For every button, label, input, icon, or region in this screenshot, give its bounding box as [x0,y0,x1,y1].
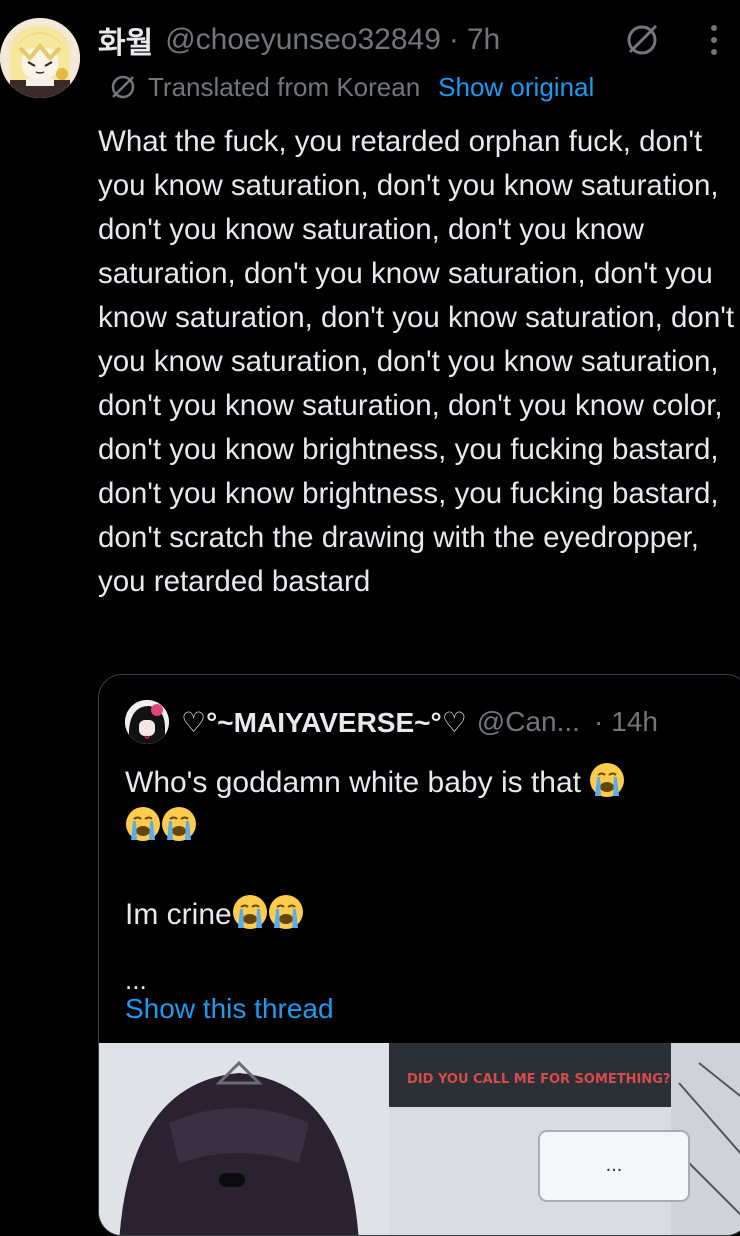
quote-separator-dot: · [593,706,604,737]
quoted-tweet[interactable]: ♡°~MAIYAVERSE~°♡ @Can... · 14h Who's god… [98,674,740,1236]
quote-blank-line [125,849,715,893]
quote-text: Who's goddamn white baby is that Im crin… [125,761,715,937]
comic-caption: DID YOU CALL ME FOR SOMETHING? [407,1072,670,1087]
quote-avatar [125,700,169,744]
tweet-header: 화월 @choeyunseo32849 · 7h [98,18,720,62]
crying-face-icon [232,894,268,930]
quote-line-3-text: Im crine [125,898,232,931]
avatar[interactable] [0,18,80,98]
quote-line-1: Who's goddamn white baby is that [125,761,715,805]
quote-media-image[interactable]: DID YOU CALL ME FOR SOMETHING? ... [99,1043,740,1235]
translated-label: Translated from Korean [148,71,421,102]
quote-line-3: Im crine [125,893,715,937]
crying-face-icon [161,806,197,842]
author-name[interactable]: 화월 [98,18,153,62]
header-actions [622,18,720,62]
quote-time: 14h [611,706,658,737]
quote-header: ♡°~MAIYAVERSE~°♡ @Can... · 14h [125,699,658,745]
author-handle[interactable]: @choeyunseo32849 [165,23,441,57]
avatar-image [0,18,80,98]
translation-row: Translated from Korean Show original [108,66,594,108]
quote-author-name[interactable]: ♡°~MAIYAVERSE~°♡ [181,706,467,739]
separator-dot: · [448,23,459,56]
quote-line-2 [125,805,715,849]
crying-face-icon [268,894,304,930]
crying-face-icon [125,806,161,842]
tweet-time[interactable]: 7h [467,23,500,57]
more-icon[interactable] [708,20,720,60]
show-thread-link[interactable]: Show this thread [125,987,334,1031]
quote-line-1-text: Who's goddamn white baby is that [125,766,581,799]
translate-icon[interactable] [622,20,662,60]
show-original-link[interactable]: Show original [438,72,594,103]
tweet-text: What the fuck, you retarded orphan fuck,… [98,125,735,598]
quote-author-handle[interactable]: @Can... [477,706,580,738]
crying-face-icon [589,762,625,798]
speech-bubble-text: ... [606,1154,623,1176]
translate-small-icon [111,75,135,99]
